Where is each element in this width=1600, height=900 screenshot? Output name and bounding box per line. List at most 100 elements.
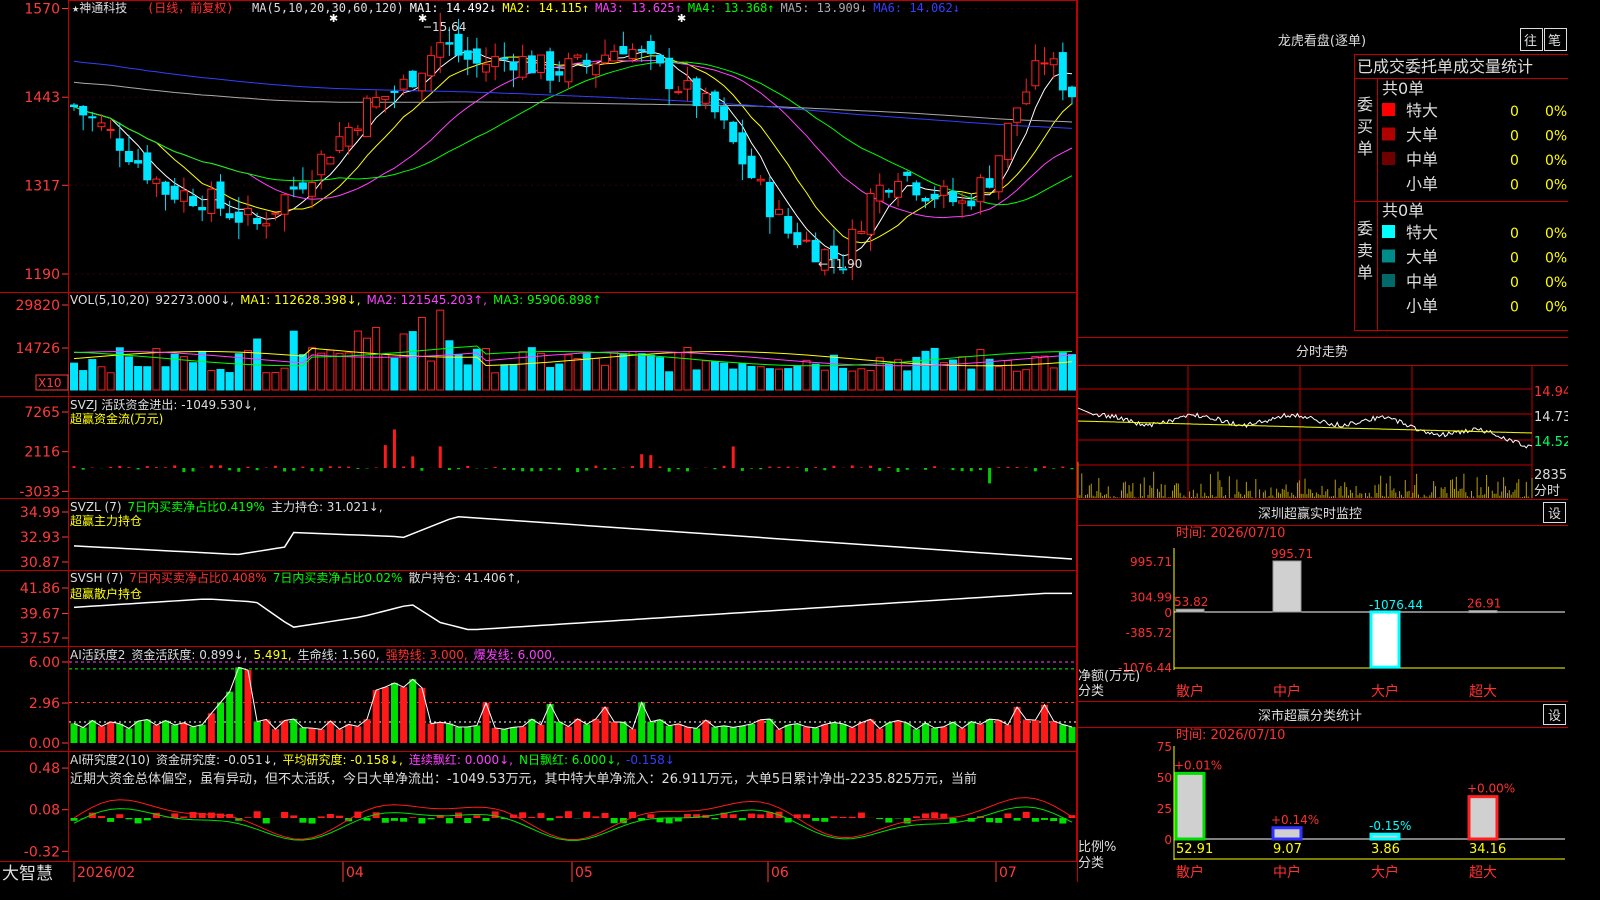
sz-class-change: +0.00% [1467,782,1515,796]
ai-activity-bar [473,725,481,743]
ai-research-bar [986,818,994,823]
volume-bar [482,348,491,391]
svzj-bar [81,468,85,470]
ai-activity-bar [986,719,994,743]
ai-research-bar [308,818,316,824]
svzj-bar [328,466,332,468]
candle [619,31,628,55]
svzj-bar [411,456,415,468]
brand-logo: 大智慧 [2,864,53,882]
ai-research-bar [317,816,325,818]
ai-activity-bar [1059,724,1067,743]
volume-bar [88,359,97,391]
ai-activity-bar [537,724,545,743]
sz-monitor-title: 深圳超赢实时监控 [1258,506,1362,522]
sz-class-category: 散户 [1176,864,1204,881]
price-tick-label: 1443 [24,90,60,106]
svzj-legend: SVZJ 活跃资金进出: -1049.530↓, [70,397,257,412]
sz-class-panel[interactable]: 深市超赢分类统计 设 时间: 2026/07/10 75 50 25 0 比例%分类 +0.… [1078,704,1566,882]
volume-bar [710,361,719,391]
candle [509,53,518,88]
volume-bar [353,330,362,391]
candle [967,193,976,210]
svzj-panel[interactable]: SVZJ 活跃资金进出: -1049.530↓, 超赢资金流(万元) 7265 2… [19,397,1074,500]
volume-bar [1040,355,1049,391]
sz-class-chart: 时间: 2026/07/10 75 50 25 0 比例%分类 +0.01% 52.91 散户 +… [1078,728,1565,881]
ai-activity-bar [1031,720,1039,743]
svzj-bars [72,429,1074,484]
svzj-bar [612,468,616,470]
candle [408,69,417,88]
legend-item: AI研究度2(10) [70,752,150,767]
tab-bi[interactable]: 笔 [1548,33,1561,49]
svsh-panel[interactable]: SVSH (7) 7日内买卖净占比0.408% 7日内买卖净占比0.02% 散户持仓:… [20,570,1072,647]
svzl-tick-label: 32.93 [20,530,60,546]
ai-activity-bar [519,726,527,743]
candle [692,76,701,118]
order-total: 共0单 [1382,79,1424,98]
volume-bar [939,362,948,391]
ai-activity-bar [107,721,115,743]
ai-research-bar [757,814,765,818]
volume-bar [573,358,582,391]
legend-item: AI活跃度2 [70,647,125,662]
ai-activity-bar [427,723,435,743]
svzj-bar [273,465,277,468]
ai-activity-bar [281,720,289,743]
svzj-bar [182,468,186,473]
sz-class-settings-button[interactable]: 设 [1548,709,1561,724]
ai-research-bar [418,818,426,824]
ai-activity-bar [812,727,820,743]
candle [335,121,344,154]
sz-monitor-settings-button[interactable]: 设 [1548,507,1561,522]
order-count: 0 [1510,178,1519,194]
ai-activity-bar [455,726,463,743]
candle [344,122,353,155]
ai-research-tick-label: -0.32 [24,844,60,860]
ai-activity-bar [1041,704,1049,743]
svzj-bar [209,465,213,468]
ai-research-bar [1031,818,1039,822]
svzl-panel[interactable]: SVZL (7) 7日内买卖净占比0.419% 主力持仓: 31.021↓, 超赢主… [20,499,1073,571]
ai-activity-bar [271,729,279,743]
order-count: 0 [1510,275,1519,291]
candle [591,62,600,88]
sell-label: 委卖单 [1357,219,1373,282]
ai-activity-bar [354,726,362,743]
sz-class-category: 大户 [1371,864,1399,881]
date-label: 05 [575,865,593,881]
candle [765,176,774,234]
tab-wang[interactable]: 往 [1524,34,1537,49]
sz-class-axis-label: 比例% [1078,840,1116,855]
candle [79,105,88,131]
sz-class-category: 超大 [1469,865,1497,881]
ai-research-panel[interactable]: AI研究度2(10) 资金研究度: -0.051↓, 平均研究度: -0.158↓,… [24,752,1076,860]
price-tick-label: 1570 [24,1,60,17]
candle [207,181,216,223]
order-count: 0 [1510,300,1519,316]
order-color-swatch [1382,176,1395,190]
intraday-panel[interactable]: 分时走势 14.94 14.73 14.52 2835分时 [1077,344,1568,499]
sz-monitor-panel[interactable]: 深圳超赢实时监控 设 时间: 2026/07/10 995.71 304.99 0 -3… [1078,502,1566,701]
ma-legend-item: MA(5,10,20,30,60,120) [252,1,404,15]
sz-class-bar [1369,832,1401,841]
candlesticks[interactable] [70,12,1076,281]
vertical-label-char: 卖 [1357,241,1373,260]
price-panel[interactable]: ★神通科技 (日线，前复权) MA(5,10,20,30,60,120) MA1… [24,0,1076,283]
order-color-swatch [1382,298,1395,312]
ai-research-bar [601,813,609,818]
ai-activity-bar [326,720,334,743]
order-pct: 0% [1545,153,1567,169]
ai-activity-panel[interactable]: AI活跃度2 资金活跃度: 0.899↓, 5.491, 生命线: 1.560, 强势线… [29,647,1076,752]
candle [1068,85,1076,105]
dragon-tiger-panel[interactable]: 龙虎看盘(逐单) 往 笔 已成交委托单成交量统计 共0单特大 0 0%大单 0 0%中单… [1278,28,1568,331]
volume-bar [179,356,188,391]
order-type: 小单 [1406,175,1438,194]
ai-activity-bar [976,724,984,743]
volume-panel[interactable]: VOL(5,10,20) 92273.000↓, MA1: 112628.398↓,… [15,293,1076,391]
ai-activity-bar [949,722,957,743]
volume-bar [903,370,912,391]
candle [536,54,545,80]
volume-unit: X10 [38,376,62,390]
svzj-bar [392,429,396,468]
